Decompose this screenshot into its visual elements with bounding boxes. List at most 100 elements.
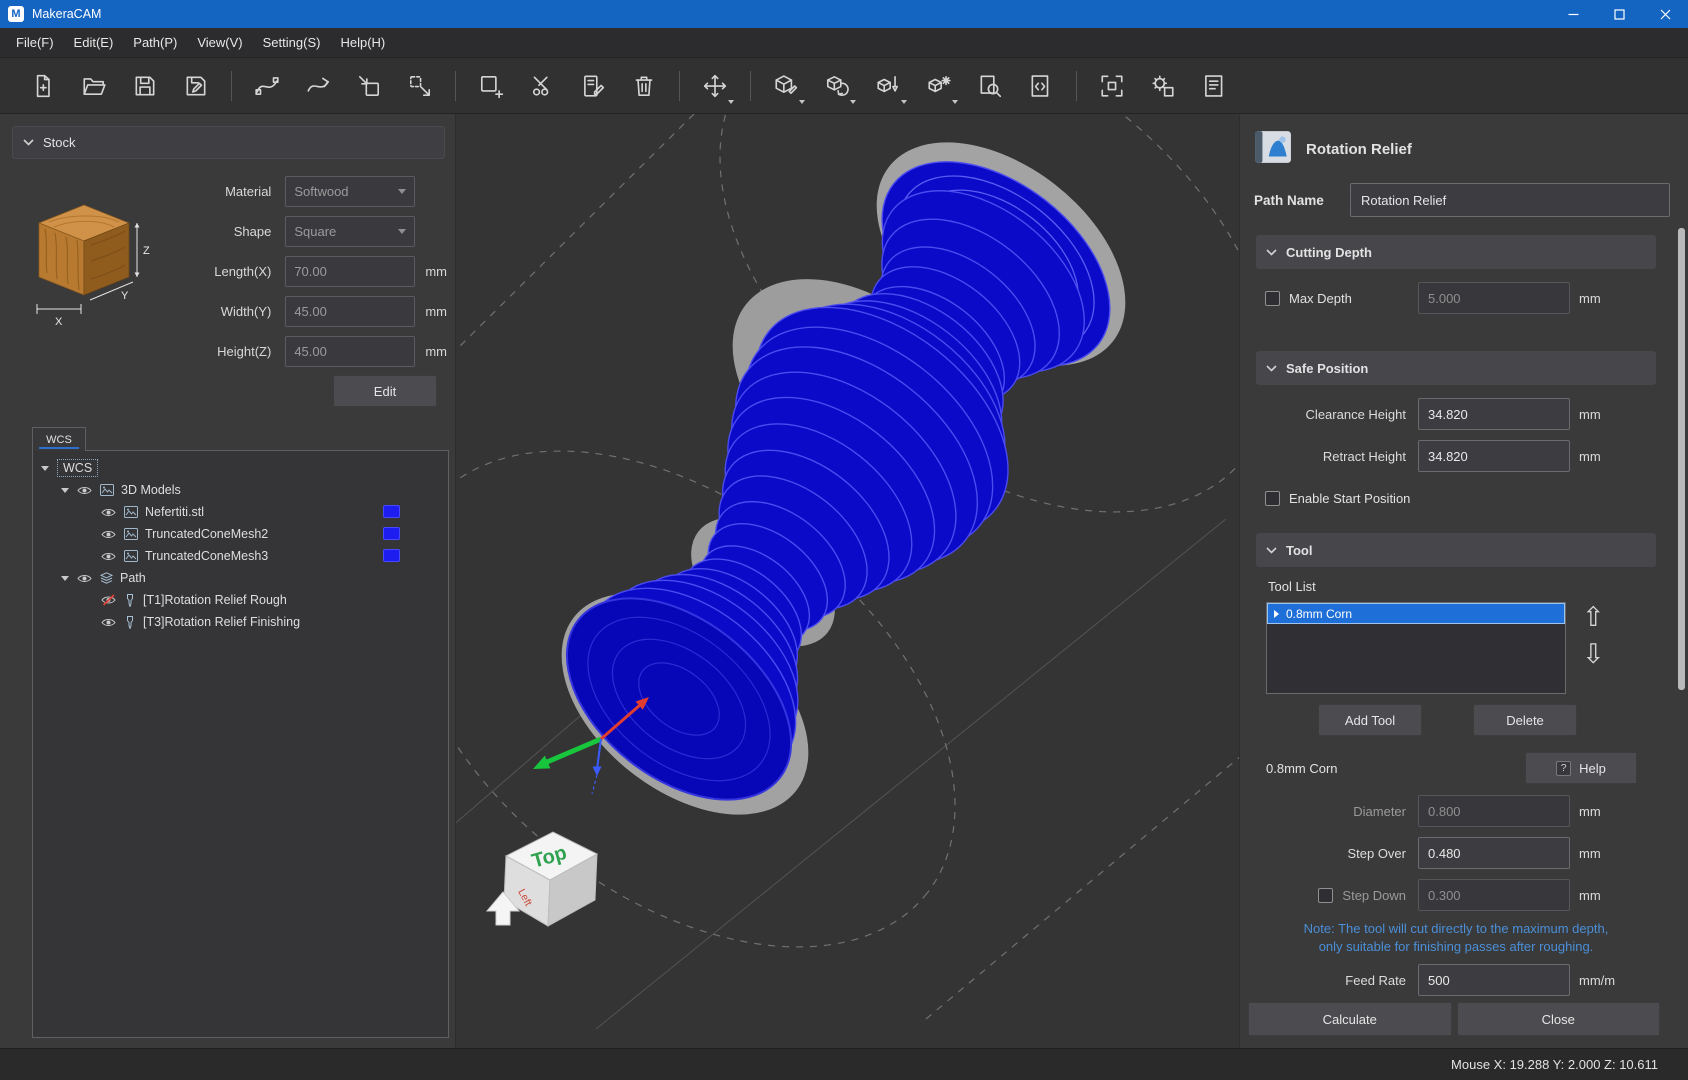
new-file-button[interactable]	[24, 66, 62, 106]
height-input[interactable]: 45.00	[285, 336, 415, 367]
eye-icon[interactable]	[77, 485, 92, 496]
max-depth-input[interactable]	[1418, 282, 1570, 314]
mesh-icon	[124, 550, 138, 562]
maximize-button[interactable]	[1596, 0, 1642, 28]
help-button[interactable]: ? Help	[1525, 752, 1637, 784]
close-button[interactable]	[1642, 0, 1688, 28]
relief-rotate-button[interactable]	[818, 66, 856, 106]
mesh-import-button[interactable]	[350, 66, 388, 106]
3d-scene: Top Left	[456, 114, 1240, 1048]
enable-start-position-checkbox[interactable]	[1265, 491, 1280, 506]
toolbar-separator	[750, 71, 751, 101]
diameter-input[interactable]	[1418, 795, 1570, 827]
report-icon	[1201, 73, 1227, 99]
model-color-chip[interactable]	[383, 549, 400, 562]
view-cube[interactable]: Top Left	[504, 832, 597, 926]
delete-button[interactable]	[625, 66, 663, 106]
tree-collapse-icon[interactable]	[41, 466, 49, 471]
retract-height-label: Retract Height	[1323, 449, 1406, 464]
clearance-height-input[interactable]	[1418, 398, 1570, 430]
open-file-button[interactable]	[75, 66, 113, 106]
spline-import-button[interactable]	[248, 66, 286, 106]
move-tool-up-button[interactable]: ⇧	[1582, 604, 1605, 631]
retract-height-input[interactable]	[1418, 440, 1570, 472]
toolbar-separator	[1076, 71, 1077, 101]
shape-select[interactable]: Square	[285, 216, 415, 247]
cut-button[interactable]	[523, 66, 561, 106]
relief-probe-button[interactable]	[869, 66, 907, 106]
parameters-scroll-area[interactable]: Cutting Depth Max Depth mm Safe Position	[1248, 229, 1668, 998]
save-button[interactable]	[126, 66, 164, 106]
tree-item-model[interactable]: TruncatedConeMesh2	[33, 523, 448, 545]
tab-wcs[interactable]: WCS	[32, 427, 86, 451]
save-as-button[interactable]	[177, 66, 215, 106]
tool-list[interactable]: 0.8mm Corn	[1266, 602, 1566, 694]
gcode-view-button[interactable]	[1022, 66, 1060, 106]
panel-scrollbar-thumb[interactable]	[1678, 228, 1685, 690]
tree-item-model[interactable]: TruncatedConeMesh3	[33, 545, 448, 567]
relief-edit-button[interactable]	[767, 66, 805, 106]
mesh-export-button[interactable]	[401, 66, 439, 106]
relief-tools-button[interactable]	[920, 66, 958, 106]
preview-search-button[interactable]	[971, 66, 1009, 106]
eye-icon[interactable]	[101, 529, 116, 540]
step-over-input[interactable]	[1418, 837, 1570, 869]
transform-move-button[interactable]	[696, 66, 734, 106]
step-down-checkbox[interactable]	[1318, 888, 1333, 903]
trash-icon	[631, 73, 657, 99]
tree-collapse-icon[interactable]	[61, 576, 69, 581]
calculate-button[interactable]: Calculate	[1248, 1002, 1452, 1036]
app-logo-icon: M	[8, 6, 24, 22]
stock-section-header[interactable]: Stock	[12, 126, 445, 159]
tool-section-header[interactable]: Tool	[1256, 533, 1656, 567]
safe-position-section-header[interactable]: Safe Position	[1256, 351, 1656, 385]
cutting-depth-section-header[interactable]: Cutting Depth	[1256, 235, 1656, 269]
menu-edit[interactable]: Edit(E)	[64, 28, 124, 57]
feed-rate-input[interactable]	[1418, 964, 1570, 996]
step-down-input[interactable]	[1418, 879, 1570, 911]
move-tool-down-button[interactable]: ⇩	[1582, 641, 1605, 668]
menu-view[interactable]: View(V)	[187, 28, 252, 57]
eye-hidden-icon[interactable]	[101, 594, 116, 606]
max-depth-checkbox[interactable]	[1265, 291, 1280, 306]
material-label: Material	[161, 184, 271, 199]
3d-viewport[interactable]: Top Left	[455, 114, 1240, 1048]
titlebar[interactable]: M MakeraCAM	[0, 0, 1688, 28]
expand-arrow-icon[interactable]	[1274, 610, 1279, 618]
tool-list-item-selected[interactable]: 0.8mm Corn	[1267, 603, 1565, 624]
eye-icon[interactable]	[77, 573, 92, 584]
width-input[interactable]: 45.00	[285, 296, 415, 327]
fit-view-button[interactable]	[1093, 66, 1131, 106]
edit-note-button[interactable]	[574, 66, 612, 106]
menu-path[interactable]: Path(P)	[123, 28, 187, 57]
spline-export-button[interactable]	[299, 66, 337, 106]
tree-item-operation[interactable]: [T3]Rotation Relief Finishing	[33, 611, 448, 633]
minimize-button[interactable]	[1550, 0, 1596, 28]
delete-tool-button[interactable]: Delete	[1473, 704, 1577, 736]
simulation-button[interactable]	[1144, 66, 1182, 106]
model-color-chip[interactable]	[383, 505, 400, 518]
length-input[interactable]: 70.00	[285, 256, 415, 287]
tree-item-label: [T3]Rotation Relief Finishing	[143, 615, 300, 629]
add-frame-button[interactable]	[472, 66, 510, 106]
tree-item-model[interactable]: Nefertiti.stl	[33, 501, 448, 523]
eye-icon[interactable]	[101, 507, 116, 518]
report-button[interactable]	[1195, 66, 1233, 106]
tree-item-operation[interactable]: [T1]Rotation Relief Rough	[33, 589, 448, 611]
menu-help[interactable]: Help(H)	[330, 28, 395, 57]
spline-import-icon	[254, 73, 280, 99]
tree-item-3d-models[interactable]: 3D Models	[33, 479, 448, 501]
edit-stock-button[interactable]: Edit	[333, 375, 437, 407]
tree-item-path-group[interactable]: Path	[33, 567, 448, 589]
eye-icon[interactable]	[101, 617, 116, 628]
add-tool-button[interactable]: Add Tool	[1318, 704, 1422, 736]
close-panel-button[interactable]: Close	[1457, 1002, 1661, 1036]
model-color-chip[interactable]	[383, 527, 400, 540]
material-select[interactable]: Softwood	[285, 176, 415, 207]
tree-collapse-icon[interactable]	[61, 488, 69, 493]
tree-item-wcs-root[interactable]: WCS	[33, 457, 448, 479]
path-name-input[interactable]	[1350, 183, 1670, 217]
menu-file[interactable]: File(F)	[6, 28, 64, 57]
eye-icon[interactable]	[101, 551, 116, 562]
menu-setting[interactable]: Setting(S)	[253, 28, 331, 57]
